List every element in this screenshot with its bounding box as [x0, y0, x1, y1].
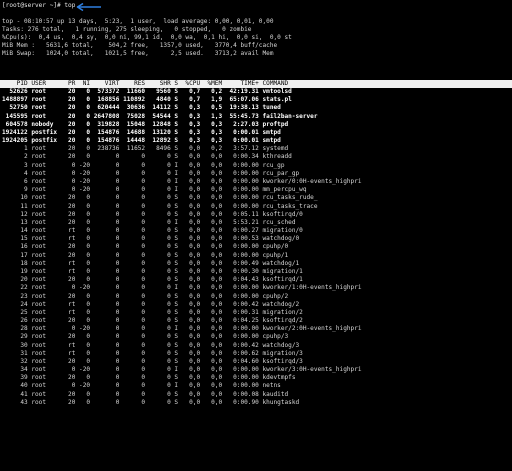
process-row: 1924205 postfix 20 0 154876 14448 12892 … — [2, 137, 281, 145]
process-row: 29 root 20 0 0 0 0 S 0,0 0,0 0:00.00 cpu… — [2, 333, 289, 341]
process-row: 12 root 20 0 0 0 0 S 0,0 0,0 0:05.11 kso… — [2, 210, 303, 218]
process-row: 18 root rt 0 0 0 0 S 0,0 0,0 0:00.49 wat… — [2, 259, 300, 267]
process-row: 28 root 0 -20 0 0 0 I 0,0 0,0 0:00.00 kw… — [2, 325, 362, 333]
process-row: 4 root 0 -20 0 0 0 I 0,0 0,0 0:00.00 rcu… — [2, 169, 300, 177]
process-row: 34 root 0 -20 0 0 0 I 0,0 0,0 0:00.00 kw… — [2, 366, 362, 374]
process-row: 43 root 20 0 0 0 0 S 0,0 0,0 0:00.90 khu… — [2, 398, 300, 406]
process-row: 31 root rt 0 0 0 0 S 0,0 0,0 0:00.62 mig… — [2, 349, 303, 357]
process-row: 52626 root 20 0 573372 11660 9560 S 0,7 … — [2, 88, 292, 95]
terminal-window[interactable]: [root@server ~]# top top - 08:10:57 up 1… — [0, 0, 512, 471]
process-row: 14 root rt 0 0 0 0 S 0,0 0,0 0:00.27 mig… — [2, 227, 303, 235]
process-row: 13 root 20 0 0 0 0 I 0,0 0,0 5:53.21 rcu… — [2, 218, 296, 226]
summary-uptime: top - 08:10:57 up 13 days, 5:23, 1 user,… — [2, 18, 274, 25]
process-row: 32 root 20 0 0 0 0 S 0,0 0,0 0:04.60 kso… — [2, 357, 303, 365]
process-row: 604578 nobody 20 0 319828 15048 12848 S … — [2, 120, 289, 128]
summary-cpu: %Cpu(s): 0,4 us, 0,4 sy, 0,0 ni, 99,1 id… — [2, 34, 292, 41]
process-table-header: PID USER PR NI VIRT RES SHR S %CPU %MEM … — [0, 80, 512, 89]
process-row: 52750 root 20 0 620444 30636 14112 S 0,3… — [2, 104, 281, 112]
process-row: 39 root 20 0 0 0 0 S 0,0 0,0 0:00.00 kde… — [2, 374, 296, 382]
process-row: 10 root 20 0 0 0 0 S 0,0 0,0 0:00.00 rcu… — [2, 194, 318, 202]
process-row: 1488897 root 20 0 168856 110892 4840 S 0… — [2, 96, 292, 104]
process-row: 1 root 20 0 238736 11652 8496 S 0,0 0,2 … — [2, 145, 289, 153]
process-row: 16 root 20 0 0 0 0 S 0,0 0,0 0:00.00 cpu… — [2, 243, 289, 251]
summary-tasks: Tasks: 276 total, 1 running, 275 sleepin… — [2, 26, 252, 33]
process-row: 19 root rt 0 0 0 0 S 0,0 0,0 0:00.30 mig… — [2, 267, 303, 275]
process-row: 22 root 0 -20 0 0 0 I 0,0 0,0 0:00.00 kw… — [2, 284, 362, 292]
process-row: 6 root 0 -20 0 0 0 I 0,0 0,0 0:00.00 kwo… — [2, 177, 362, 185]
summary-mem: MiB Mem : 5631,6 total, 504,2 free, 1357… — [2, 42, 278, 49]
process-row: 11 root 20 0 0 0 0 S 0,0 0,0 0:00.00 rcu… — [2, 202, 318, 210]
summary-swap: MiB Swap: 1024,0 total, 1021,5 free, 2,5… — [2, 50, 274, 57]
process-row: 41 root 20 0 0 0 0 S 0,0 0,0 0:00.08 kau… — [2, 390, 289, 398]
process-row: 30 root rt 0 0 0 0 S 0,0 0,0 0:00.42 wat… — [2, 341, 300, 349]
process-row: 15 root rt 0 0 0 0 S 0,0 0,0 0:00.53 wat… — [2, 235, 300, 243]
process-row: 20 root 20 0 0 0 0 S 0,0 0,0 0:04.43 kso… — [2, 276, 303, 284]
process-row: 3 root 0 -20 0 0 0 I 0,0 0,0 0:00.00 rcu… — [2, 161, 285, 169]
process-row: 24 root rt 0 0 0 0 S 0,0 0,0 0:00.42 wat… — [2, 300, 300, 308]
process-row: 1924122 postfix 20 0 154876 14688 13120 … — [2, 128, 281, 136]
process-row: 25 root rt 0 0 0 0 S 0,0 0,0 0:00.31 mig… — [2, 308, 303, 316]
arrow-left-icon — [76, 2, 101, 12]
process-row: 23 root 20 0 0 0 0 S 0,0 0,0 0:00.00 cpu… — [2, 292, 289, 300]
process-row: 9 root 0 -20 0 0 0 I 0,0 0,0 0:00.00 mm_… — [2, 186, 307, 194]
process-row: 40 root 0 -20 0 0 0 I 0,0 0,0 0:00.00 ne… — [2, 382, 281, 390]
process-row: 17 root 20 0 0 0 0 S 0,0 0,0 0:00.00 cpu… — [2, 251, 289, 259]
process-row: 145595 root 20 0 2647808 75028 54544 S 0… — [2, 112, 318, 120]
process-row: 2 root 20 0 0 0 0 S 0,0 0,0 0:00.34 kthr… — [2, 153, 292, 161]
process-row: 26 root 20 0 0 0 0 S 0,0 0,0 0:04.25 kso… — [2, 317, 303, 325]
